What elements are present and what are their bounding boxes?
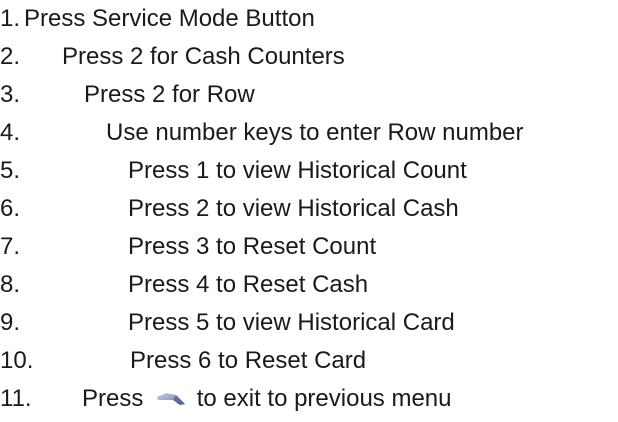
- step-text: Press 2 to view Historical Cash: [128, 195, 459, 222]
- back-arrow-key-icon: [156, 388, 186, 408]
- instruction-list: 1. Press Service Mode Button 2. Press 2 …: [0, 0, 618, 422]
- step-number: 5.: [0, 157, 21, 184]
- step-text: Press 4 to Reset Cash: [128, 271, 369, 298]
- step-text-before: Press: [82, 385, 144, 412]
- step-number: 7.: [0, 233, 21, 260]
- step-text: Press 5 to view Historical Card: [128, 309, 455, 336]
- step-number: 2.: [0, 43, 21, 70]
- step-number: 10.: [0, 347, 34, 374]
- step-text: Press 1 to view Historical Count: [128, 157, 467, 184]
- step-text: Press 3 to Reset Count: [128, 233, 377, 260]
- step-number: 8.: [0, 271, 21, 298]
- step-number: 3.: [0, 81, 21, 108]
- step-text-after: to exit to previous menu: [196, 385, 452, 412]
- step-text: Press to exit to previous menu: [82, 380, 452, 418]
- step-text: Press Service Mode Button: [24, 5, 315, 32]
- step-number: 6.: [0, 195, 21, 222]
- step-text: Press 2 for Cash Counters: [62, 43, 345, 70]
- step-text: Press 2 for Row: [84, 81, 255, 108]
- step-number: 1.: [0, 5, 21, 32]
- step-text: Use number keys to enter Row number: [106, 119, 524, 146]
- step-number: 11.: [0, 385, 32, 412]
- step-text: Press 6 to Reset Card: [130, 347, 367, 374]
- step-number: 4.: [0, 119, 21, 146]
- step-number: 9.: [0, 309, 21, 336]
